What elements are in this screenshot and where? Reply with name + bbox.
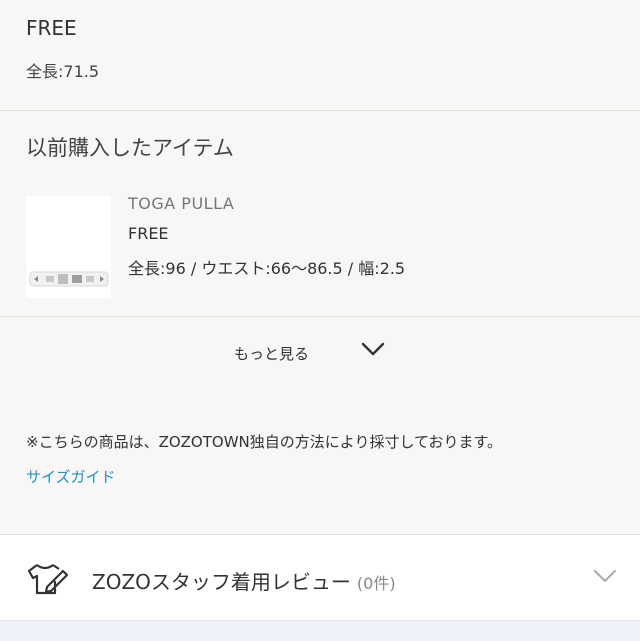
belt-image [26,196,111,298]
item-brand[interactable]: TOGA PULLA [128,194,234,213]
show-more-label: もっと見る [234,345,310,363]
bottom-strip [0,620,640,641]
staff-review-bar[interactable]: ZOZOスタッフ着用レビュー (0件) [0,534,640,621]
current-size-section: FREE 全長:71.5 [0,0,640,111]
review-title: ZOZOスタッフ着用レビュー [92,570,351,594]
item-size: FREE [128,224,169,243]
chevron-down-icon[interactable] [592,568,618,584]
section-title: 以前購入したアイテム [26,136,234,160]
show-more-button[interactable]: もっと見る [0,316,640,392]
measurement-note: ※こちらの商品は、ZOZOTOWN独自の方法により採寸しております。 [26,433,503,451]
size-detail: 全長:71.5 [26,62,100,81]
size-label: FREE [26,16,77,40]
previous-purchase-section: 以前購入したアイテム TOGA PULLA FREE 全長:96 / ウエスト:… [0,110,640,317]
review-label: ZOZOスタッフ着用レビュー (0件) [92,566,396,595]
review-count: (0件) [356,574,396,593]
chevron-down-icon[interactable] [360,341,386,357]
size-guide-link[interactable]: サイズガイド [26,466,116,487]
item-thumbnail[interactable] [26,196,111,298]
tshirt-pen-icon [27,564,69,595]
item-detail: 全長:96 / ウエスト:66〜86.5 / 幅:2.5 [128,259,406,278]
